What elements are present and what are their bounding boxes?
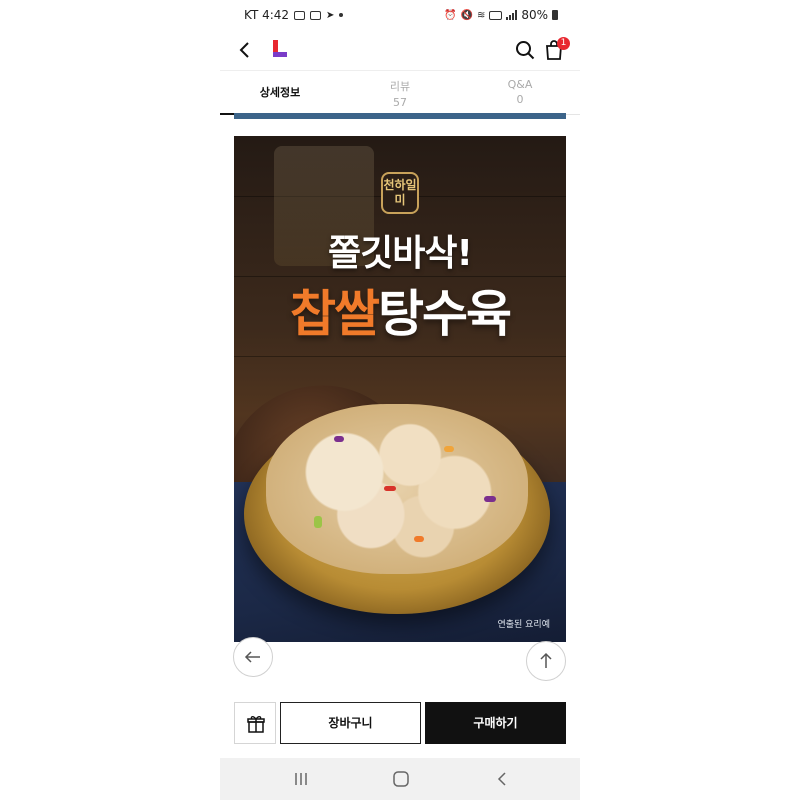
send-icon: ➤: [326, 9, 335, 21]
section-divider: [234, 113, 566, 119]
tab-label: 상세정보: [259, 86, 301, 99]
gift-icon: [247, 716, 265, 733]
title-rest: 탕수육: [378, 285, 512, 343]
brand-logo-icon[interactable]: [270, 38, 290, 60]
hd-icon: [489, 10, 503, 20]
mobile-screen: KT 4:42 ➤ ⏰ 🔇 ≋ 80% 1 상세정보 리뷰 57 Q&A 0 천…: [220, 0, 580, 800]
gallery-icon: [294, 10, 306, 20]
home-icon[interactable]: [392, 770, 410, 788]
wifi-icon: ≋: [476, 9, 486, 21]
tab-count: 0: [516, 93, 524, 106]
product-title: 찹쌀탕수육: [234, 274, 566, 346]
buy-now-button[interactable]: 구매하기: [425, 702, 566, 744]
gift-button[interactable]: [234, 702, 276, 744]
alarm-icon: ⏰: [444, 9, 457, 21]
back-icon[interactable]: [494, 770, 510, 788]
tab-count: 57: [393, 96, 407, 109]
mute-icon: 🔇: [460, 9, 473, 21]
previous-button[interactable]: [233, 637, 273, 677]
system-navigation-bar: [220, 758, 580, 800]
status-bar: KT 4:42 ➤ ⏰ 🔇 ≋ 80%: [220, 0, 580, 30]
title-accent: 찹쌀: [290, 285, 380, 343]
product-tagline: 쫄깃바삭!: [328, 233, 473, 274]
product-tabs: 상세정보 리뷰 57 Q&A 0: [220, 70, 580, 115]
notification-dot-icon: [339, 13, 344, 17]
arrow-up-icon: [540, 652, 552, 668]
add-to-cart-button[interactable]: 장바구니: [280, 702, 421, 744]
scroll-top-button[interactable]: [526, 641, 566, 681]
recent-apps-icon[interactable]: [293, 770, 309, 788]
image-disclaimer: 연출된 요리예: [497, 620, 550, 630]
tab-qna[interactable]: Q&A 0: [460, 71, 580, 114]
tab-label: Q&A: [507, 78, 533, 91]
signal-icon: [506, 10, 518, 20]
arrow-left-icon: [244, 651, 260, 663]
status-time: KT 4:42: [244, 8, 290, 22]
battery-level: 80%: [521, 8, 548, 22]
sweet-sour-pork-image: [266, 404, 528, 574]
cart-count-badge: 1: [557, 37, 570, 50]
tab-detail[interactable]: 상세정보: [220, 71, 340, 115]
tab-reviews[interactable]: 리뷰 57: [340, 71, 460, 114]
brand-seal: 천하일미: [381, 172, 419, 214]
tab-label: 리뷰: [389, 80, 411, 93]
product-detail-image: 천하일미 쫄깃바삭! 찹쌀탕수육 연출된 요리예: [234, 136, 566, 642]
card-icon: [310, 10, 322, 20]
search-icon[interactable]: [514, 39, 536, 61]
battery-icon: [552, 10, 558, 20]
back-arrow-icon[interactable]: [234, 39, 256, 61]
purchase-bar: 장바구니 구매하기: [220, 700, 580, 746]
app-header: 1: [220, 30, 580, 70]
